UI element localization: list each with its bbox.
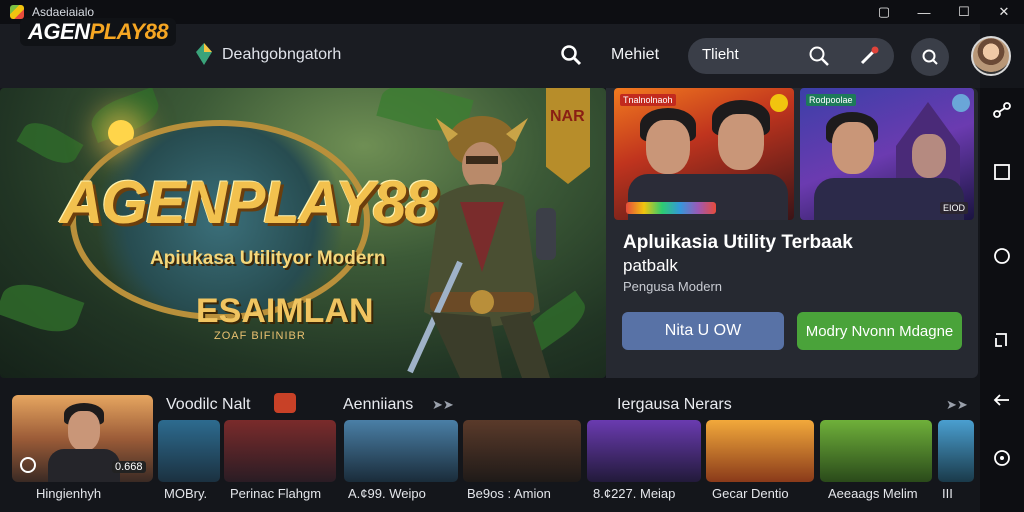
- game-label: Gecar Dentio: [712, 486, 789, 501]
- hero-banner-subtext: ZOAF BIFINIBR: [214, 330, 306, 342]
- nav-title[interactable]: Deahgobngatorh: [222, 46, 341, 64]
- primary-button[interactable]: Nita U OW: [622, 312, 784, 350]
- game-thumb[interactable]: [706, 420, 814, 482]
- logo-text-a: AGEN: [28, 19, 90, 44]
- close-button[interactable]: ✕: [984, 0, 1024, 24]
- window-title: Asdaeiaialo: [32, 5, 95, 19]
- search-icon[interactable]: [808, 45, 830, 67]
- pen-icon[interactable]: [858, 45, 880, 67]
- window-controls: ▢ — ☐ ✕: [864, 0, 1024, 24]
- chevrons-icon[interactable]: ➤➤: [946, 397, 968, 413]
- game-label: Perinac Flahgm: [230, 486, 322, 501]
- featured-badge: 0.668: [112, 461, 146, 473]
- game-thumb[interactable]: [587, 420, 701, 482]
- home-circle-icon[interactable]: [992, 246, 1012, 266]
- game-label: 8.¢227. Meiap: [593, 486, 676, 501]
- search-icon: [922, 49, 938, 65]
- card-badge: EIOD: [940, 202, 969, 214]
- search-input[interactable]: [702, 46, 802, 63]
- back-icon[interactable]: [992, 390, 1012, 410]
- game-label: MOBry.: [164, 486, 208, 501]
- header-link[interactable]: Mehiet: [611, 46, 659, 64]
- search-icon[interactable]: [560, 44, 582, 66]
- right-rail: [980, 88, 1024, 512]
- row-heading[interactable]: Voodilc Nalt: [166, 396, 251, 414]
- promo-card-b[interactable]: Rodpoolae EIOD: [800, 88, 974, 220]
- snap-button[interactable]: ▢: [864, 0, 904, 24]
- game-label: Aeeaags Melim: [828, 486, 918, 501]
- hero-banner-text: ESAIMLAN: [196, 292, 374, 330]
- rotate-icon[interactable]: [992, 330, 1012, 350]
- side-title-line2: patbalk: [623, 256, 678, 275]
- game-label: A.¢99. Weipo: [348, 486, 426, 501]
- fire-icon: [274, 393, 296, 413]
- secondary-button[interactable]: Modry Nvonn Mdagne: [797, 312, 962, 350]
- hero-subtitle: Apiukasa Utilityor Modern: [150, 248, 386, 269]
- row-heading[interactable]: Iergausa Nerars: [617, 396, 732, 414]
- brand-logo[interactable]: AGEN PLAY88: [20, 18, 177, 46]
- refresh-button[interactable]: [911, 38, 949, 76]
- gem-icon: [196, 43, 212, 65]
- square-icon[interactable]: [992, 162, 1012, 182]
- game-label: Be9os : Amion: [467, 486, 551, 501]
- row-heading[interactable]: Aenniians: [343, 396, 413, 414]
- side-subtitle: Pengusa Modern: [623, 279, 723, 294]
- game-thumb[interactable]: [158, 420, 220, 482]
- logo-text-b: PLAY88: [89, 19, 169, 44]
- avatar[interactable]: [971, 36, 1011, 76]
- promo-card-a[interactable]: Tnalnolnaoh: [614, 88, 794, 220]
- featured-thumb[interactable]: 0.668: [12, 395, 153, 482]
- gamepad-icon[interactable]: [992, 448, 1012, 468]
- knight-illustration: [407, 116, 556, 378]
- hero-title: AGENPLAY88: [60, 169, 438, 236]
- minimize-button[interactable]: —: [904, 0, 944, 24]
- game-thumb[interactable]: [463, 420, 581, 482]
- card-tag: Rodpoolae: [806, 94, 856, 106]
- game-label: III: [942, 486, 953, 501]
- featured-label: Hingienhyh: [36, 486, 102, 501]
- game-thumb[interactable]: [344, 420, 458, 482]
- game-thumb[interactable]: [938, 420, 974, 482]
- app-icon: [10, 5, 24, 19]
- share-icon[interactable]: [992, 100, 1012, 120]
- flag-banner: [546, 88, 590, 184]
- side-title: Apluikasia Utility Terbaak: [623, 232, 853, 253]
- card-tag: Tnalnolnaoh: [620, 94, 676, 106]
- search-box: [688, 38, 894, 74]
- chevrons-icon[interactable]: ➤➤: [432, 397, 454, 413]
- flag-text: NAR: [550, 108, 585, 125]
- maximize-button[interactable]: ☐: [944, 0, 984, 24]
- game-thumb[interactable]: [820, 420, 932, 482]
- game-thumb[interactable]: [224, 420, 336, 482]
